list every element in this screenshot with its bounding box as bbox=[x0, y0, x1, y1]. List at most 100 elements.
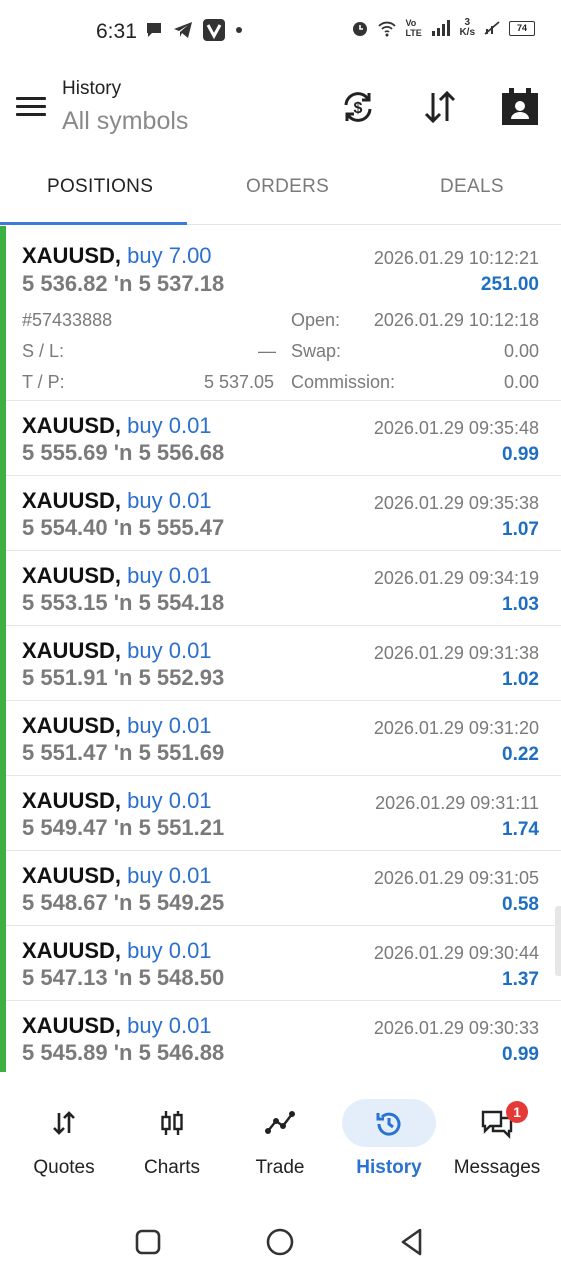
position-row[interactable]: XAUUSD, buy 0.01 5 547.13 'n 5 548.50 2026… bbox=[6, 926, 561, 1001]
speed-unit: K/s bbox=[459, 27, 475, 38]
position-symbol: XAUUSD, buy 0.01 bbox=[22, 638, 212, 663]
position-profit: 0.58 bbox=[502, 894, 539, 915]
history-clock-icon bbox=[342, 1099, 436, 1147]
tp-value: 5 537.05 bbox=[204, 372, 275, 392]
position-direction: buy 0.01 bbox=[127, 488, 212, 513]
dot-icon bbox=[236, 27, 242, 33]
ticket-number: #57433888 bbox=[22, 310, 113, 330]
position-direction: buy 0.01 bbox=[127, 863, 212, 888]
quotes-arrows-icon bbox=[17, 1099, 111, 1147]
sl-label: S / L: bbox=[22, 341, 65, 361]
swap-label: Swap: bbox=[291, 341, 342, 361]
back-triangle-icon[interactable] bbox=[398, 1227, 426, 1257]
position-profit: 1.02 bbox=[502, 669, 539, 690]
position-symbol: XAUUSD, buy 0.01 bbox=[22, 938, 212, 963]
position-symbol: XAUUSD, buy 0.01 bbox=[22, 413, 212, 438]
candlestick-icon bbox=[125, 1099, 219, 1147]
position-prices: 5 551.47 'n 5 551.69 bbox=[22, 740, 225, 765]
position-direction: buy 7.00 bbox=[127, 243, 212, 268]
network-label: Vo LTE bbox=[405, 18, 422, 38]
position-direction: buy 0.01 bbox=[127, 638, 212, 663]
position-row[interactable]: XAUUSD, buy 0.01 5 555.69 'n 5 556.68 2026… bbox=[6, 401, 561, 476]
home-circle-icon[interactable] bbox=[265, 1227, 295, 1257]
speed-indicator: 3 K/s bbox=[459, 18, 475, 38]
scroll-handle[interactable] bbox=[555, 906, 561, 976]
position-row[interactable]: XAUUSD, buy 0.01 5 554.40 'n 5 555.47 2026… bbox=[6, 476, 561, 551]
position-profit: 1.37 bbox=[502, 969, 539, 990]
system-navigation bbox=[0, 1200, 561, 1280]
position-row[interactable]: XAUUSD, buy 0.01 5 553.15 'n 5 554.18 2026… bbox=[6, 551, 561, 626]
chat-bubble-icon bbox=[147, 23, 161, 37]
positions-list[interactable]: XAUUSD, buy 7.00 5 536.82 'n 5 537.18 20… bbox=[0, 226, 561, 1072]
status-time: 6:31 bbox=[96, 20, 137, 43]
nav-charts[interactable]: Charts bbox=[116, 1085, 228, 1195]
position-prices: 5 551.91 'n 5 552.93 bbox=[22, 665, 225, 690]
alarm-icon bbox=[353, 22, 368, 36]
position-row[interactable]: XAUUSD, buy 0.01 5 551.47 'n 5 551.69 2026… bbox=[6, 701, 561, 776]
nav-messages[interactable]: 1 Messages bbox=[441, 1085, 553, 1195]
status-bar: 6:31 Vo LTE 3 K/s 74 bbox=[0, 0, 561, 64]
position-direction: buy 0.01 bbox=[127, 713, 212, 738]
nav-trade[interactable]: Trade bbox=[224, 1085, 336, 1195]
svg-text:$: $ bbox=[354, 100, 363, 117]
nav-label: Quotes bbox=[33, 1157, 95, 1178]
position-row[interactable]: XAUUSD, buy 0.01 5 545.89 'n 5 546.88 2026… bbox=[6, 1001, 561, 1072]
position-row[interactable]: XAUUSD, buy 0.01 5 551.91 'n 5 552.93 2026… bbox=[6, 626, 561, 701]
open-label: Open: bbox=[291, 310, 341, 330]
position-direction: buy 0.01 bbox=[127, 563, 212, 588]
tab-deals[interactable]: DEALS bbox=[440, 176, 504, 198]
position-row[interactable]: XAUUSD, buy 0.01 5 549.47 'n 5 551.21 2026… bbox=[6, 776, 561, 851]
nav-label: History bbox=[356, 1157, 422, 1178]
currency-exchange-icon[interactable]: $ bbox=[338, 87, 378, 127]
position-prices: 5 536.82 'n 5 537.18 bbox=[22, 271, 225, 296]
commission-value: 0.00 bbox=[503, 372, 539, 392]
position-prices: 5 549.47 'n 5 551.21 bbox=[22, 815, 225, 840]
signal-icon bbox=[432, 20, 451, 36]
notification-icons bbox=[145, 19, 243, 41]
tab-positions[interactable]: POSITIONS bbox=[47, 176, 153, 198]
position-profit: 0.22 bbox=[502, 744, 539, 765]
position-symbol: XAUUSD, buy 0.01 bbox=[22, 788, 212, 813]
position-profit: 0.99 bbox=[502, 1044, 539, 1065]
page-title: History bbox=[62, 78, 122, 99]
position-prices: 5 545.89 'n 5 546.88 bbox=[22, 1040, 225, 1065]
position-time: 2026.01.29 09:31:05 bbox=[373, 868, 539, 888]
menu-icon[interactable] bbox=[16, 97, 46, 117]
system-icons: Vo LTE 3 K/s 74 bbox=[351, 18, 535, 38]
recents-square-icon[interactable] bbox=[134, 1228, 162, 1256]
no-signal-icon bbox=[484, 21, 500, 35]
position-time: 2026.01.29 09:35:48 bbox=[373, 418, 539, 438]
position-direction: buy 0.01 bbox=[127, 1013, 212, 1038]
nav-label: Charts bbox=[144, 1157, 200, 1178]
position-time: 2026.01.29 09:31:38 bbox=[373, 643, 539, 663]
v-app-icon bbox=[203, 19, 225, 41]
position-profit: 0.99 bbox=[502, 444, 539, 465]
symbol-filter[interactable]: All symbols bbox=[62, 107, 188, 136]
calendar-person-icon[interactable] bbox=[500, 87, 540, 127]
sort-icon[interactable] bbox=[420, 87, 460, 127]
messages-badge: 1 bbox=[506, 1101, 528, 1123]
tab-bar: POSITIONS ORDERS DEALS bbox=[0, 160, 561, 225]
tp-label: T / P: bbox=[22, 372, 65, 392]
nav-label: Trade bbox=[255, 1157, 305, 1178]
active-tab-indicator bbox=[0, 222, 187, 225]
position-row-expanded[interactable]: XAUUSD, buy 7.00 5 536.82 'n 5 537.18 20… bbox=[6, 226, 561, 401]
position-prices: 5 547.13 'n 5 548.50 bbox=[22, 965, 225, 990]
nav-history[interactable]: History bbox=[333, 1085, 445, 1195]
position-profit: 1.07 bbox=[502, 519, 539, 540]
position-time: 2026.01.29 10:12:21 bbox=[373, 248, 539, 268]
position-time: 2026.01.29 09:35:38 bbox=[373, 493, 539, 513]
position-time: 2026.01.29 09:30:44 bbox=[373, 943, 539, 963]
position-row[interactable]: XAUUSD, buy 0.01 5 548.67 'n 5 549.25 2026… bbox=[6, 851, 561, 926]
position-time: 2026.01.29 09:34:19 bbox=[373, 568, 539, 588]
position-symbol: XAUUSD, buy 0.01 bbox=[22, 713, 212, 738]
wifi-icon bbox=[378, 21, 397, 37]
position-profit: 1.03 bbox=[502, 594, 539, 615]
position-prices: 5 553.15 'n 5 554.18 bbox=[22, 590, 225, 615]
open-time: 2026.01.29 10:12:18 bbox=[373, 310, 539, 330]
position-symbol: XAUUSD, buy 0.01 bbox=[22, 1013, 212, 1038]
position-profit: 251.00 bbox=[480, 274, 539, 295]
position-time: 2026.01.29 09:30:33 bbox=[373, 1018, 539, 1038]
nav-quotes[interactable]: Quotes bbox=[8, 1085, 120, 1195]
tab-orders[interactable]: ORDERS bbox=[246, 176, 329, 198]
